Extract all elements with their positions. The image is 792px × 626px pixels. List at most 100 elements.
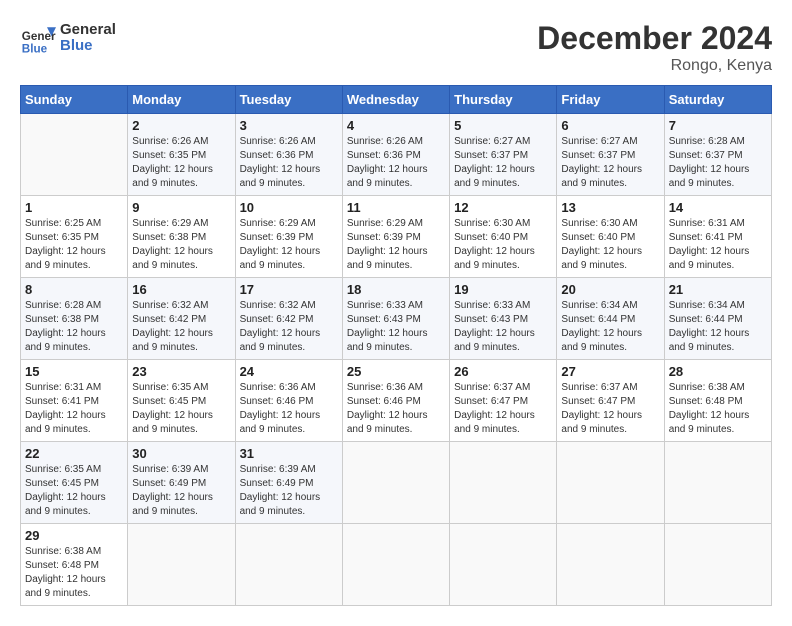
day-number: 13: [561, 200, 659, 215]
calendar-row: 2 Sunrise: 6:26 AMSunset: 6:35 PMDaylight…: [21, 114, 772, 196]
calendar-cell: [450, 524, 557, 606]
day-number: 2: [132, 118, 230, 133]
day-number: 26: [454, 364, 552, 379]
day-number: 29: [25, 528, 123, 543]
day-info: Sunrise: 6:31 AMSunset: 6:41 PMDaylight:…: [25, 381, 123, 437]
day-info: Sunrise: 6:29 AMSunset: 6:39 PMDaylight:…: [347, 217, 445, 273]
day-number: 31: [240, 446, 338, 461]
day-number: 25: [347, 364, 445, 379]
day-info: Sunrise: 6:37 AMSunset: 6:47 PMDaylight:…: [561, 381, 659, 437]
calendar-cell: 4Sunrise: 6:26 AMSunset: 6:36 PMDaylight…: [342, 114, 449, 196]
day-number: 19: [454, 282, 552, 297]
calendar-cell: 9 Sunrise: 6:29 AMSunset: 6:38 PMDaylight…: [128, 196, 235, 278]
calendar-cell: 5Sunrise: 6:27 AMSunset: 6:37 PMDaylight…: [450, 114, 557, 196]
header-row: Sunday Monday Tuesday Wednesday Thursday…: [21, 86, 772, 114]
col-saturday: Saturday: [664, 86, 771, 114]
day-info: Sunrise: 6:33 AMSunset: 6:43 PMDaylight:…: [454, 299, 552, 355]
calendar-cell: 8Sunrise: 6:28 AMSunset: 6:38 PMDaylight…: [21, 278, 128, 360]
calendar-cell: 1 Sunrise: 6:25 AMSunset: 6:35 PMDaylight…: [21, 196, 128, 278]
day-info: Sunrise: 6:35 AMSunset: 6:45 PMDaylight:…: [132, 381, 230, 437]
day-info: Sunrise: 6:34 AMSunset: 6:44 PMDaylight:…: [669, 299, 767, 355]
calendar-row: 22 Sunrise: 6:35 AMSunset: 6:45 PMDayligh…: [21, 442, 772, 524]
svg-text:Blue: Blue: [22, 42, 48, 55]
day-number: 30: [132, 446, 230, 461]
calendar-cell: 12 Sunrise: 6:30 AMSunset: 6:40 PMDayligh…: [450, 196, 557, 278]
day-number: 21: [669, 282, 767, 297]
day-info: Sunrise: 6:38 AMSunset: 6:48 PMDaylight:…: [669, 381, 767, 437]
calendar-cell: 27 Sunrise: 6:37 AMSunset: 6:47 PMDayligh…: [557, 360, 664, 442]
calendar-cell: 19 Sunrise: 6:33 AMSunset: 6:43 PMDayligh…: [450, 278, 557, 360]
calendar-cell: 17Sunrise: 6:32 AMSunset: 6:42 PMDayligh…: [235, 278, 342, 360]
day-info: Sunrise: 6:32 AMSunset: 6:42 PMDaylight:…: [132, 299, 230, 355]
day-info: Sunrise: 6:25 AMSunset: 6:35 PMDaylight:…: [25, 217, 123, 273]
day-info: Sunrise: 6:38 AMSunset: 6:48 PMDaylight:…: [25, 545, 123, 601]
day-info: Sunrise: 6:28 AMSunset: 6:37 PMDaylight:…: [669, 135, 767, 191]
day-number: 20: [561, 282, 659, 297]
day-info: Sunrise: 6:35 AMSunset: 6:45 PMDaylight:…: [25, 463, 123, 519]
location: Rongo, Kenya: [537, 57, 772, 75]
calendar-cell: 29 Sunrise: 6:38 AMSunset: 6:48 PMDayligh…: [21, 524, 128, 606]
day-info: Sunrise: 6:39 AMSunset: 6:49 PMDaylight:…: [240, 463, 338, 519]
calendar-cell: 11 Sunrise: 6:29 AMSunset: 6:39 PMDayligh…: [342, 196, 449, 278]
calendar-cell: 3Sunrise: 6:26 AMSunset: 6:36 PMDaylight…: [235, 114, 342, 196]
day-info: Sunrise: 6:36 AMSunset: 6:46 PMDaylight:…: [240, 381, 338, 437]
calendar-cell: 6 Sunrise: 6:27 AMSunset: 6:37 PMDaylight…: [557, 114, 664, 196]
calendar-cell: 7Sunrise: 6:28 AMSunset: 6:37 PMDaylight…: [664, 114, 771, 196]
logo: General Blue General Blue: [20, 20, 116, 56]
day-info: Sunrise: 6:37 AMSunset: 6:47 PMDaylight:…: [454, 381, 552, 437]
calendar-cell: 23 Sunrise: 6:35 AMSunset: 6:45 PMDayligh…: [128, 360, 235, 442]
calendar-cell: 20Sunrise: 6:34 AMSunset: 6:44 PMDayligh…: [557, 278, 664, 360]
day-number: 3: [240, 118, 338, 133]
calendar-table: Sunday Monday Tuesday Wednesday Thursday…: [20, 85, 772, 606]
day-number: 22: [25, 446, 123, 461]
day-number: 14: [669, 200, 767, 215]
calendar-cell: 28 Sunrise: 6:38 AMSunset: 6:48 PMDayligh…: [664, 360, 771, 442]
calendar-row: 8Sunrise: 6:28 AMSunset: 6:38 PMDaylight…: [21, 278, 772, 360]
day-number: 12: [454, 200, 552, 215]
day-info: Sunrise: 6:31 AMSunset: 6:41 PMDaylight:…: [669, 217, 767, 273]
calendar-cell: 24 Sunrise: 6:36 AMSunset: 6:46 PMDayligh…: [235, 360, 342, 442]
day-info: Sunrise: 6:29 AMSunset: 6:38 PMDaylight:…: [132, 217, 230, 273]
day-number: 11: [347, 200, 445, 215]
calendar-cell: 2 Sunrise: 6:26 AMSunset: 6:35 PMDaylight…: [128, 114, 235, 196]
calendar-cell: 21 Sunrise: 6:34 AMSunset: 6:44 PMDayligh…: [664, 278, 771, 360]
day-number: 6: [561, 118, 659, 133]
day-number: 1: [25, 200, 123, 215]
day-info: Sunrise: 6:26 AMSunset: 6:35 PMDaylight:…: [132, 135, 230, 191]
calendar-cell: 31 Sunrise: 6:39 AMSunset: 6:49 PMDayligh…: [235, 442, 342, 524]
day-info: Sunrise: 6:30 AMSunset: 6:40 PMDaylight:…: [561, 217, 659, 273]
day-number: 27: [561, 364, 659, 379]
calendar-cell: [450, 442, 557, 524]
day-number: 28: [669, 364, 767, 379]
logo-text: General Blue: [60, 22, 116, 55]
calendar-cell: [342, 442, 449, 524]
calendar-cell: 10Sunrise: 6:29 AMSunset: 6:39 PMDayligh…: [235, 196, 342, 278]
calendar-row: 29 Sunrise: 6:38 AMSunset: 6:48 PMDayligh…: [21, 524, 772, 606]
calendar-row: 1 Sunrise: 6:25 AMSunset: 6:35 PMDaylight…: [21, 196, 772, 278]
title-area: December 2024 Rongo, Kenya: [537, 20, 772, 75]
day-number: 10: [240, 200, 338, 215]
day-number: 17: [240, 282, 338, 297]
calendar-cell: 26 Sunrise: 6:37 AMSunset: 6:47 PMDayligh…: [450, 360, 557, 442]
day-number: 9: [132, 200, 230, 215]
calendar-cell: 25 Sunrise: 6:36 AMSunset: 6:46 PMDayligh…: [342, 360, 449, 442]
calendar-cell: 14 Sunrise: 6:31 AMSunset: 6:41 PMDayligh…: [664, 196, 771, 278]
calendar-cell: 13 Sunrise: 6:30 AMSunset: 6:40 PMDayligh…: [557, 196, 664, 278]
day-number: 15: [25, 364, 123, 379]
day-number: 4: [347, 118, 445, 133]
calendar-cell: [557, 442, 664, 524]
day-number: 24: [240, 364, 338, 379]
col-tuesday: Tuesday: [235, 86, 342, 114]
col-wednesday: Wednesday: [342, 86, 449, 114]
page-header: General Blue General Blue December 2024 …: [20, 20, 772, 75]
calendar-cell: 16Sunrise: 6:32 AMSunset: 6:42 PMDayligh…: [128, 278, 235, 360]
day-number: 18: [347, 282, 445, 297]
day-number: 23: [132, 364, 230, 379]
logo-icon: General Blue: [20, 20, 56, 56]
day-info: Sunrise: 6:36 AMSunset: 6:46 PMDaylight:…: [347, 381, 445, 437]
day-info: Sunrise: 6:27 AMSunset: 6:37 PMDaylight:…: [561, 135, 659, 191]
day-info: Sunrise: 6:39 AMSunset: 6:49 PMDaylight:…: [132, 463, 230, 519]
calendar-cell: [235, 524, 342, 606]
day-info: Sunrise: 6:30 AMSunset: 6:40 PMDaylight:…: [454, 217, 552, 273]
calendar-cell: [664, 442, 771, 524]
